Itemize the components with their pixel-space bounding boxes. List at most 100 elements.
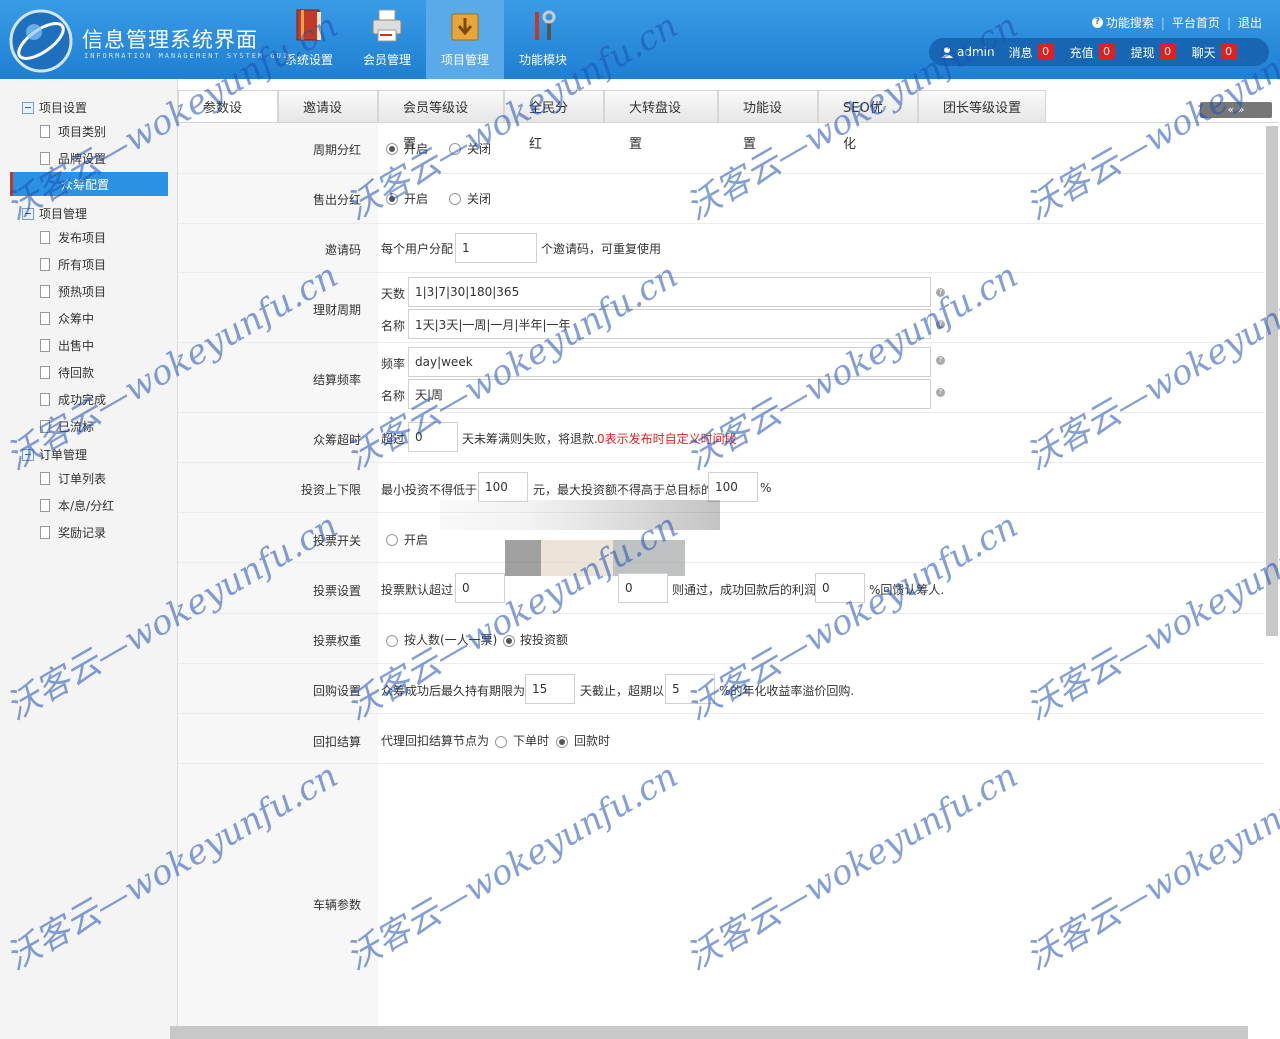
vote-setting-label: 投票设置 [312,584,361,598]
group-label: 订单管理 [39,448,88,462]
buyback-middle: 天截止，超期以 [580,684,665,698]
messages-item[interactable]: 消息 0 [1009,44,1054,61]
vote-weight-by-amount-radio[interactable] [503,635,515,647]
timeout-note: 0表示发布时自定义时间段 [597,432,737,446]
username[interactable]: admin [957,45,995,59]
settle-names-input[interactable] [408,379,931,409]
folder-minus-icon [22,448,34,461]
help-icon[interactable]: ? [936,388,945,397]
help-icon[interactable]: ? [936,320,945,329]
buyback-prefix: 众筹成功后最久持有期限为 [381,684,526,698]
nav-member-management[interactable]: 会员管理 [348,0,426,79]
rebate-at-payment-radio[interactable] [556,736,568,748]
nav-function-modules[interactable]: 功能模块 [504,0,582,79]
sidebar-item-label: 众筹配置 [61,177,110,192]
app-title: 信息管理系统界面 [82,28,258,52]
nav-system-settings[interactable]: 系统设置 [270,0,348,79]
divider [178,512,1264,513]
divider: | [1226,15,1231,30]
sidebar-item-all-projects[interactable]: 所有项目 [40,256,106,273]
sidebar-item-preheat-projects[interactable]: 预热项目 [40,283,106,300]
vote-threshold-input[interactable] [455,573,505,603]
tab-scroll-arrows[interactable]: « » [1200,102,1272,118]
sidebar-item-principal-interest[interactable]: 本/息/分红 [40,497,114,514]
sale-dividend-off-radio[interactable] [449,193,461,205]
timeout-days-input[interactable] [408,422,458,452]
finance-names-input[interactable] [408,309,931,339]
buyback-suffix: %的年化收益率溢价回购. [719,684,855,698]
top-links: ? 功能搜索 | 平台首页 | 退出 [1091,14,1262,31]
document-icon [40,258,50,271]
tab-all-dividend[interactable]: 全民分红 [504,90,604,152]
name-label: 名称 [381,319,406,333]
timeout-prefix: 超过 [381,432,406,446]
tab-functions[interactable]: 功能设置 [718,90,818,152]
finance-days-input[interactable] [408,277,931,307]
messages-count: 0 [1037,44,1054,60]
buyback-rate-input[interactable] [665,674,715,704]
tools-icon [535,10,556,40]
tab-leader-level[interactable]: 团长等级设置 [918,90,1046,122]
radio-label: 回款时 [574,734,611,748]
help-icon[interactable]: ? [936,288,945,297]
recharge-item[interactable]: 充值 0 [1070,44,1115,61]
finance-period-label: 理财周期 [312,303,361,317]
folder-minus-icon [22,101,34,114]
rebate-prefix: 代理回扣结算节点为 [381,734,490,748]
periodic-dividend-off-radio[interactable] [449,143,461,155]
sidebar-item-label: 本/息/分红 [58,499,115,513]
logout-link[interactable]: 退出 [1238,14,1262,31]
platform-home-link[interactable]: 平台首页 [1172,14,1220,31]
help-icon: ? [1091,17,1103,28]
horizontal-scrollbar[interactable] [170,1026,1248,1039]
radio-label: 关闭 [467,192,492,206]
tab-member-level[interactable]: 会员等级设置 [378,90,504,152]
divider [178,763,1264,764]
invest-min-input[interactable] [478,472,528,502]
settle-frequency-input[interactable] [408,347,931,377]
vote-weight-by-person-radio[interactable] [386,635,398,647]
radio-label: 按投资额 [520,633,569,647]
sidebar-item-on-sale[interactable]: 出售中 [40,337,94,354]
tab-parameters[interactable]: 参数设置 [178,90,278,152]
withdraw-count: 0 [1159,44,1176,60]
invite-code-count-input[interactable] [455,233,537,263]
nav-project-management[interactable]: 项目管理 [426,0,504,79]
vote-switch-on-radio[interactable] [386,534,398,546]
sidebar-group-project-settings[interactable]: 项目设置 [22,99,87,116]
withdraw-item[interactable]: 提现 0 [1131,44,1176,61]
vote-profit-percent-input[interactable] [815,573,865,603]
document-icon [40,499,50,512]
sidebar-item-project-category[interactable]: 项目类别 [40,123,106,140]
vote-second-input[interactable] [618,573,668,603]
messages-label: 消息 [1008,45,1033,60]
user-icon [941,47,953,58]
sidebar-item-label: 出售中 [58,339,95,353]
periodic-dividend-on-radio[interactable] [386,143,398,155]
chat-count: 0 [1220,44,1237,60]
vertical-scrollbar[interactable] [1266,126,1278,636]
timeout-suffix: 天未筹满则失败，将退款. [462,432,598,446]
function-search-link[interactable]: 功能搜索 [1106,14,1154,31]
chat-item[interactable]: 聊天 0 [1192,44,1237,61]
sidebar-item-completed[interactable]: 成功完成 [40,391,106,408]
sidebar-group-order-management[interactable]: 订单管理 [22,446,87,463]
tab-wheel[interactable]: 大转盘设置 [604,90,718,152]
sale-dividend-label: 售出分红 [312,193,361,207]
tab-seo[interactable]: SEO优化 [818,90,918,152]
sale-dividend-on-radio[interactable] [386,193,398,205]
invest-max-percent-input[interactable] [708,472,758,502]
nav-label: 会员管理 [362,53,411,67]
recharge-label: 充值 [1069,45,1094,60]
invest-limit-label: 投资上下限 [300,483,361,497]
user-bar: admin 消息 0 充值 0 提现 0 聊天 0 [929,38,1269,66]
divider [178,663,1264,664]
tab-invite[interactable]: 邀请设置 [278,90,378,152]
form-label-column [178,123,378,1029]
app-subtitle: INFORMATION MANAGEMENT SYSTEM GUI [84,52,290,60]
help-icon[interactable]: ? [936,356,945,365]
rebate-at-order-radio[interactable] [495,736,507,748]
buyback-days-input[interactable] [525,674,575,704]
crowdfund-timeout-label: 众筹超时 [312,433,361,447]
vote-switch-label: 投票开关 [312,534,361,548]
